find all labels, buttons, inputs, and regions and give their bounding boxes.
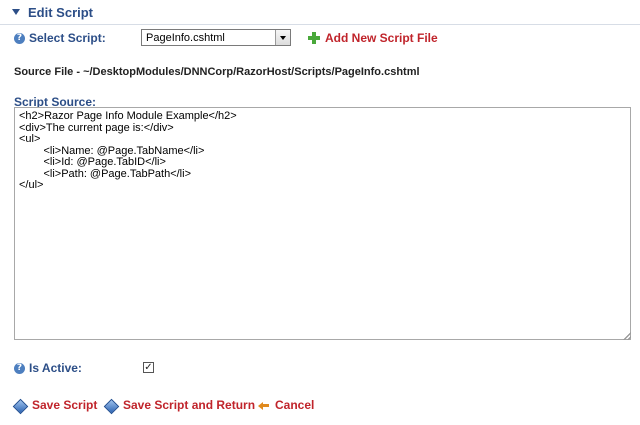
save-diamond-icon (104, 399, 117, 412)
add-new-script-link[interactable]: Add New Script File (308, 30, 438, 46)
script-source-editor[interactable] (14, 107, 631, 340)
cancel-button[interactable]: Cancel (258, 397, 314, 413)
select-script-value: PageInfo.cshtml (146, 31, 225, 44)
save-script-and-return-label: Save Script and Return (123, 398, 256, 412)
select-script-label: Select Script: (29, 31, 106, 45)
check-mark-icon: ✓ (144, 361, 153, 373)
is-active-checkbox[interactable]: ✓ (143, 362, 154, 373)
collapse-triangle-icon[interactable] (12, 9, 20, 15)
section-title: Edit Script (28, 4, 94, 20)
plus-icon (308, 32, 320, 44)
save-diamond-icon (13, 399, 26, 412)
back-arrow-icon (258, 399, 270, 411)
save-script-button[interactable]: Save Script (13, 397, 97, 413)
help-icon[interactable]: ? (14, 362, 25, 374)
source-file-path: Source File - ~/DesktopModules/DNNCorp/R… (14, 66, 420, 78)
add-new-script-label: Add New Script File (325, 31, 438, 45)
help-icon[interactable]: ? (14, 32, 25, 44)
select-script-label-row: ? Select Script: (14, 31, 106, 45)
save-script-and-return-button[interactable]: Save Script and Return (104, 397, 255, 413)
dropdown-arrow-icon[interactable] (275, 30, 290, 45)
is-active-label-row: ? Is Active: (14, 361, 82, 375)
save-script-label: Save Script (32, 398, 98, 412)
section-divider (0, 24, 640, 25)
resize-grip-icon[interactable] (623, 332, 631, 340)
cancel-label: Cancel (275, 398, 315, 412)
is-active-label: Is Active: (29, 361, 82, 375)
section-header[interactable]: Edit Script (12, 3, 93, 21)
select-script-dropdown[interactable]: PageInfo.cshtml (141, 29, 291, 46)
